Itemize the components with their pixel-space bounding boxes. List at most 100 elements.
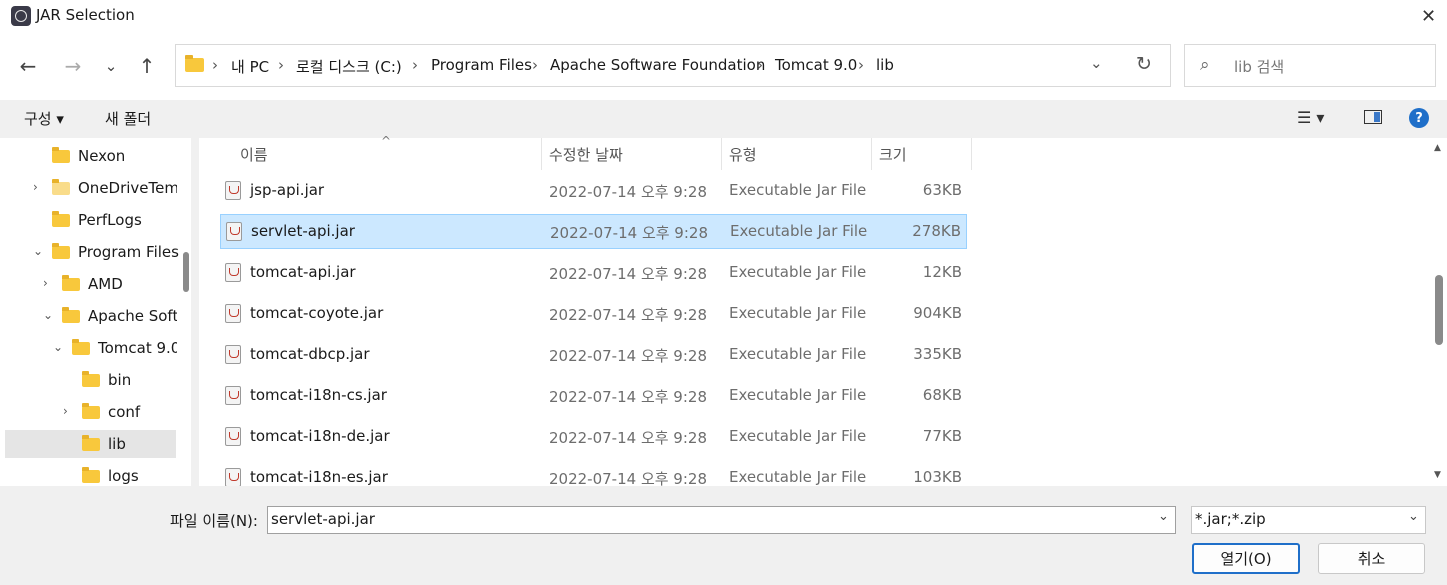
breadcrumb-apache[interactable]: Apache Software Foundation bbox=[550, 56, 765, 74]
expand-chevron-icon[interactable]: › bbox=[33, 180, 38, 194]
file-name: tomcat-i18n-cs.jar bbox=[250, 386, 387, 404]
title-bar bbox=[0, 0, 1447, 32]
file-date: 2022-07-14 오후 9:28 bbox=[549, 265, 707, 283]
file-row[interactable]: tomcat-i18n-cs.jar 2022-07-14 오후 9:28 Ex… bbox=[220, 379, 967, 413]
tree-item-logs[interactable]: logs bbox=[82, 461, 139, 491]
cancel-button[interactable]: 취소 bbox=[1318, 543, 1425, 574]
recent-locations-icon[interactable]: ⌄ bbox=[97, 52, 125, 80]
column-divider[interactable] bbox=[721, 138, 722, 170]
jar-file-icon bbox=[225, 181, 241, 200]
forward-icon[interactable]: → bbox=[59, 52, 87, 80]
column-header-date[interactable]: 수정한 날짜 bbox=[549, 144, 623, 165]
breadcrumb-tomcat[interactable]: Tomcat 9.0 bbox=[775, 56, 857, 74]
file-type: Executable Jar File bbox=[729, 468, 867, 486]
tree-item-onedrivetemp[interactable]: OneDriveTemp bbox=[52, 173, 177, 203]
column-header-name[interactable]: 이름 bbox=[240, 144, 268, 165]
file-date: 2022-07-14 오후 9:28 bbox=[549, 183, 707, 201]
column-divider[interactable] bbox=[871, 138, 872, 170]
tree-item-tomcat[interactable]: Tomcat 9.0 bbox=[72, 333, 177, 363]
tree-item-perflogs[interactable]: PerfLogs bbox=[52, 205, 142, 235]
collapse-chevron-icon[interactable]: ⌄ bbox=[33, 244, 43, 258]
file-date: 2022-07-14 오후 9:28 bbox=[549, 347, 707, 365]
folder-icon bbox=[62, 274, 80, 291]
column-divider[interactable] bbox=[541, 138, 542, 170]
folder-icon bbox=[82, 402, 100, 419]
file-date: 2022-07-14 오후 9:28 bbox=[550, 224, 708, 242]
filename-label: 파일 이름(N): bbox=[170, 512, 258, 530]
file-size: 103KB bbox=[913, 468, 962, 486]
file-row[interactable]: tomcat-i18n-es.jar 2022-07-14 오후 9:28 Ex… bbox=[220, 461, 967, 486]
scroll-up-icon[interactable]: ▲ bbox=[1434, 143, 1441, 153]
file-row[interactable]: tomcat-coyote.jar 2022-07-14 오후 9:28 Exe… bbox=[220, 297, 967, 331]
column-header-type[interactable]: 유형 bbox=[729, 144, 757, 165]
file-type-filter-value[interactable]: *.jar;*.zip bbox=[1195, 510, 1266, 528]
up-icon[interactable]: ↑ bbox=[133, 52, 161, 80]
navigation-scrollbar[interactable] bbox=[183, 252, 189, 292]
help-icon[interactable]: ? bbox=[1409, 108, 1429, 128]
back-icon[interactable]: ← bbox=[14, 52, 42, 80]
jar-file-icon bbox=[226, 222, 242, 241]
address-dropdown-icon[interactable]: ⌄ bbox=[1090, 54, 1103, 72]
expand-chevron-icon[interactable]: › bbox=[43, 276, 48, 290]
tree-item-amd[interactable]: AMD bbox=[62, 269, 123, 299]
tree-item-lib[interactable]: lib bbox=[82, 429, 126, 459]
file-row[interactable]: tomcat-dbcp.jar 2022-07-14 오후 9:28 Execu… bbox=[220, 338, 967, 372]
file-type: Executable Jar File bbox=[729, 345, 867, 363]
breadcrumb-separator[interactable]: › bbox=[278, 56, 284, 74]
filename-dropdown-icon[interactable]: ⌄ bbox=[1158, 509, 1169, 524]
collapse-chevron-icon[interactable]: ⌄ bbox=[43, 308, 53, 322]
breadcrumb-separator[interactable]: › bbox=[757, 56, 763, 74]
file-row[interactable]: tomcat-i18n-de.jar 2022-07-14 오후 9:28 Ex… bbox=[220, 420, 967, 454]
file-row[interactable]: tomcat-api.jar 2022-07-14 오후 9:28 Execut… bbox=[220, 256, 967, 290]
folder-icon bbox=[72, 338, 90, 355]
file-type: Executable Jar File bbox=[729, 304, 867, 322]
folder-icon bbox=[52, 146, 70, 163]
breadcrumb-separator[interactable]: › bbox=[412, 56, 418, 74]
search-box[interactable] bbox=[1184, 44, 1436, 87]
column-header-size[interactable]: 크기 bbox=[879, 144, 907, 165]
preview-pane-icon[interactable] bbox=[1364, 110, 1382, 124]
file-type: Executable Jar File bbox=[729, 181, 867, 199]
breadcrumb-local-disk[interactable]: 로컬 디스크 (C:) bbox=[296, 56, 402, 77]
tree-item-nexon[interactable]: Nexon bbox=[52, 141, 125, 171]
breadcrumb-lib[interactable]: lib bbox=[876, 56, 894, 74]
file-type: Executable Jar File bbox=[729, 386, 867, 404]
search-input[interactable]: lib 검색 bbox=[1234, 56, 1284, 77]
file-type: Executable Jar File bbox=[729, 427, 867, 445]
pane-divider[interactable] bbox=[191, 138, 199, 486]
filter-dropdown-icon[interactable]: ⌄ bbox=[1408, 509, 1419, 524]
folder-icon bbox=[82, 370, 100, 387]
breadcrumb-this-pc[interactable]: 내 PC bbox=[231, 56, 269, 77]
toolbar bbox=[0, 100, 1447, 138]
collapse-chevron-icon[interactable]: ⌄ bbox=[53, 340, 63, 354]
file-name: servlet-api.jar bbox=[251, 222, 355, 240]
organize-button[interactable]: 구성 ▾ bbox=[24, 108, 64, 129]
new-folder-button[interactable]: 새 폴더 bbox=[105, 108, 151, 129]
file-date: 2022-07-14 오후 9:28 bbox=[549, 429, 707, 447]
open-button[interactable]: 열기(O) bbox=[1192, 543, 1300, 574]
file-row[interactable]: jsp-api.jar 2022-07-14 오후 9:28 Executabl… bbox=[220, 174, 967, 208]
file-size: 335KB bbox=[913, 345, 962, 363]
file-date: 2022-07-14 오후 9:28 bbox=[549, 388, 707, 406]
scrollbar-thumb[interactable] bbox=[1435, 275, 1443, 345]
view-options-icon[interactable]: ☰ ▾ bbox=[1297, 108, 1324, 127]
tree-item-apache[interactable]: Apache Softw bbox=[62, 301, 177, 331]
expand-chevron-icon[interactable]: › bbox=[63, 404, 68, 418]
close-button[interactable]: ✕ bbox=[1410, 0, 1447, 32]
refresh-icon[interactable]: ↻ bbox=[1136, 53, 1152, 75]
file-row-selected[interactable]: servlet-api.jar 2022-07-14 오후 9:28 Execu… bbox=[220, 214, 967, 249]
breadcrumb-separator[interactable]: › bbox=[212, 56, 218, 74]
breadcrumb-separator[interactable]: › bbox=[858, 56, 864, 74]
jar-file-icon bbox=[225, 304, 241, 323]
filename-value[interactable]: servlet-api.jar bbox=[271, 510, 375, 528]
tree-item-program-files[interactable]: Program Files bbox=[52, 237, 179, 267]
filename-input[interactable] bbox=[267, 506, 1176, 534]
breadcrumb-separator[interactable]: › bbox=[532, 56, 538, 74]
folder-icon bbox=[185, 55, 204, 72]
folder-icon bbox=[52, 242, 70, 259]
tree-item-conf[interactable]: conf bbox=[82, 397, 140, 427]
breadcrumb-program-files[interactable]: Program Files bbox=[431, 56, 532, 74]
column-divider[interactable] bbox=[971, 138, 972, 170]
tree-item-bin[interactable]: bin bbox=[82, 365, 131, 395]
scroll-down-icon[interactable]: ▼ bbox=[1434, 470, 1441, 480]
